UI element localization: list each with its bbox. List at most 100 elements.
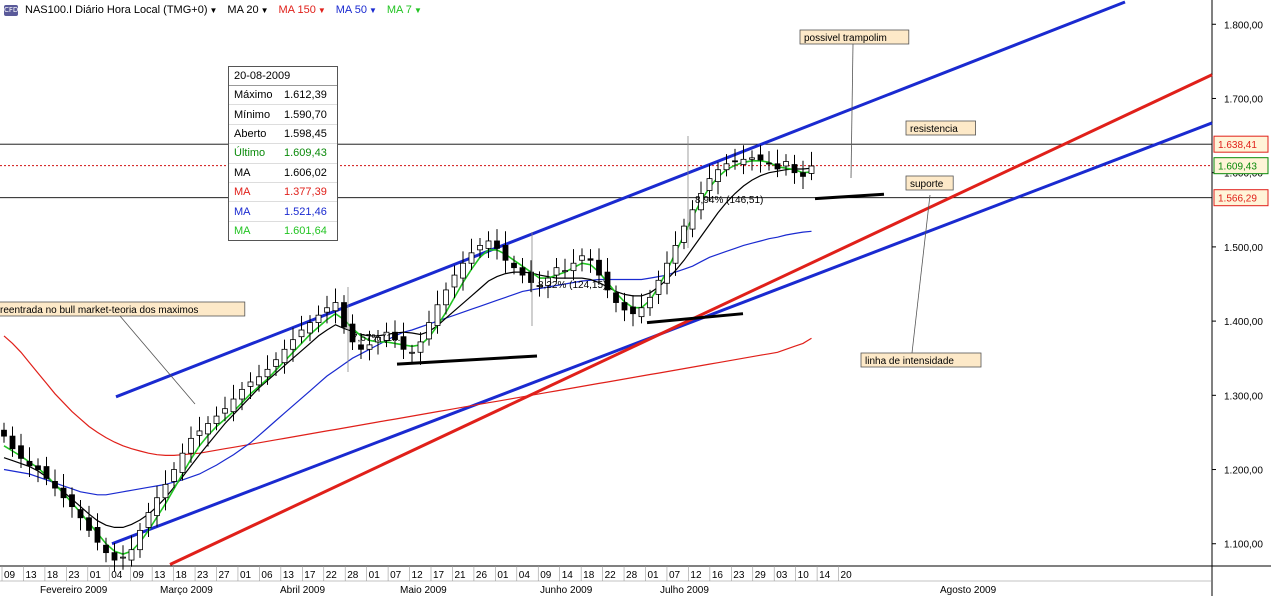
y-tick-label: 1.300,00 — [1224, 391, 1263, 402]
x-tick-label: 16 — [712, 570, 724, 581]
y-tick-label: 1.700,00 — [1224, 94, 1263, 105]
caret-down-icon: ▼ — [260, 5, 269, 15]
candle-body — [35, 465, 41, 470]
candle-body — [562, 270, 568, 273]
indicator-ma20[interactable]: MA 20 ▼ — [224, 4, 271, 16]
price-tag-label: 1.566,29 — [1218, 194, 1257, 205]
x-tick-label: 23 — [68, 570, 80, 581]
candle-body — [570, 262, 577, 272]
candle-body — [443, 289, 449, 306]
info-row-ma20: MA 1.606,02 — [229, 164, 337, 183]
x-tick-label: 27 — [219, 570, 231, 581]
candle-body — [341, 302, 347, 328]
candle-body — [596, 259, 602, 276]
info-row-ma7: MA 1.601,64 — [229, 222, 337, 240]
candle-body — [783, 161, 789, 167]
x-tick-label: 03 — [776, 570, 788, 581]
caret-down-icon: ▼ — [413, 5, 422, 15]
month-label: Abril 2009 — [280, 585, 325, 596]
candle-body — [222, 408, 228, 414]
candle-body — [230, 398, 237, 413]
candle-body — [808, 165, 815, 174]
info-date: 20-08-2009 — [229, 67, 337, 86]
candle-body — [111, 552, 118, 561]
candle-body — [417, 341, 424, 353]
info-row-open: Aberto 1.598,45 — [229, 125, 337, 145]
candle-body — [715, 169, 721, 182]
y-tick-label: 1.400,00 — [1224, 317, 1263, 328]
x-tick-label: 13 — [154, 570, 166, 581]
x-tick-label: 01 — [369, 570, 381, 581]
candle-body — [290, 339, 296, 350]
x-tick-label: 23 — [733, 570, 745, 581]
x-tick-label: 18 — [176, 570, 188, 581]
candle-body — [171, 469, 177, 482]
candle-body — [766, 162, 772, 165]
x-tick-label: 09 — [4, 570, 16, 581]
indicator-label: MA 7 — [386, 4, 412, 16]
info-value: 1.598,45 — [284, 127, 327, 140]
info-row-low: Mínimo 1.590,70 — [229, 105, 337, 125]
candle-body — [273, 359, 279, 367]
candle-body — [494, 240, 500, 249]
measure-label: 8,94% (146,51) — [695, 195, 763, 206]
candle-body — [638, 307, 645, 318]
candle-body — [358, 344, 364, 350]
candle-body — [315, 314, 322, 323]
indicator-label: MA 20 — [227, 4, 259, 16]
candle-body — [332, 302, 339, 312]
candle-body — [103, 544, 109, 554]
candle-body — [239, 388, 245, 400]
candle-body — [188, 437, 194, 454]
x-tick-label: 01 — [497, 570, 509, 581]
x-tick-label: 10 — [798, 570, 810, 581]
y-tick-label: 1.200,00 — [1224, 466, 1263, 477]
candle-body — [689, 209, 696, 230]
info-label: Aberto — [234, 127, 267, 140]
candle-body — [732, 160, 738, 163]
caret-down-icon: ▼ — [209, 5, 218, 15]
candle-body — [451, 274, 458, 288]
measure-label: 7,67% (1... — [352, 333, 400, 344]
info-label: Último — [234, 147, 266, 160]
x-tick-label: 12 — [412, 570, 424, 581]
month-label: Fevereiro 2009 — [40, 585, 108, 596]
indicator-label: MA 50 — [335, 4, 367, 16]
month-label: Maio 2009 — [400, 585, 447, 596]
indicator-ma50[interactable]: MA 50 ▼ — [333, 4, 380, 16]
month-label: Junho 2009 — [540, 585, 593, 596]
candle-body — [460, 262, 466, 279]
candle-body — [26, 460, 33, 467]
info-value: 1.521,46 — [284, 205, 327, 218]
month-label: Agosto 2009 — [940, 585, 997, 596]
indicator-ma7[interactable]: MA 7 ▼ — [384, 4, 425, 16]
candle-body — [264, 368, 271, 378]
candle-body — [774, 163, 781, 170]
x-tick-label: 07 — [390, 570, 402, 581]
month-label: Julho 2009 — [660, 585, 709, 596]
info-row-high: Máximo 1.612,39 — [229, 86, 337, 106]
x-tick-label: 28 — [626, 570, 638, 581]
x-tick-label: 17 — [304, 570, 316, 581]
x-tick-label: 22 — [326, 570, 338, 581]
candle-body — [468, 252, 475, 264]
annotation-suporte: suporte — [910, 179, 944, 190]
x-tick-label: 12 — [690, 570, 702, 581]
info-value: 1.590,70 — [284, 108, 327, 121]
candle-body — [281, 348, 288, 364]
candle-body — [672, 245, 679, 264]
candle-body — [502, 245, 509, 261]
x-tick-label: 01 — [90, 570, 102, 581]
candle-body — [409, 351, 415, 354]
candle-body — [324, 307, 330, 313]
indicator-ma150[interactable]: MA 150 ▼ — [276, 4, 329, 16]
info-label: MA — [234, 205, 251, 218]
price-chart[interactable]: 1.100,00 1.200,00 1.300,00 1.400,00 1.500,00… — [0, 0, 1271, 596]
x-tick-label: 14 — [562, 570, 574, 581]
annotation-linha-intensidade: linha de intensidade — [865, 356, 954, 367]
x-tick-label: 04 — [519, 570, 531, 581]
symbol-selector[interactable]: NAS100.I Diário Hora Local (TMG+0) ▼ — [22, 4, 220, 16]
info-label: MA — [234, 224, 251, 237]
candle-body — [162, 483, 169, 499]
candle-body — [9, 435, 16, 450]
